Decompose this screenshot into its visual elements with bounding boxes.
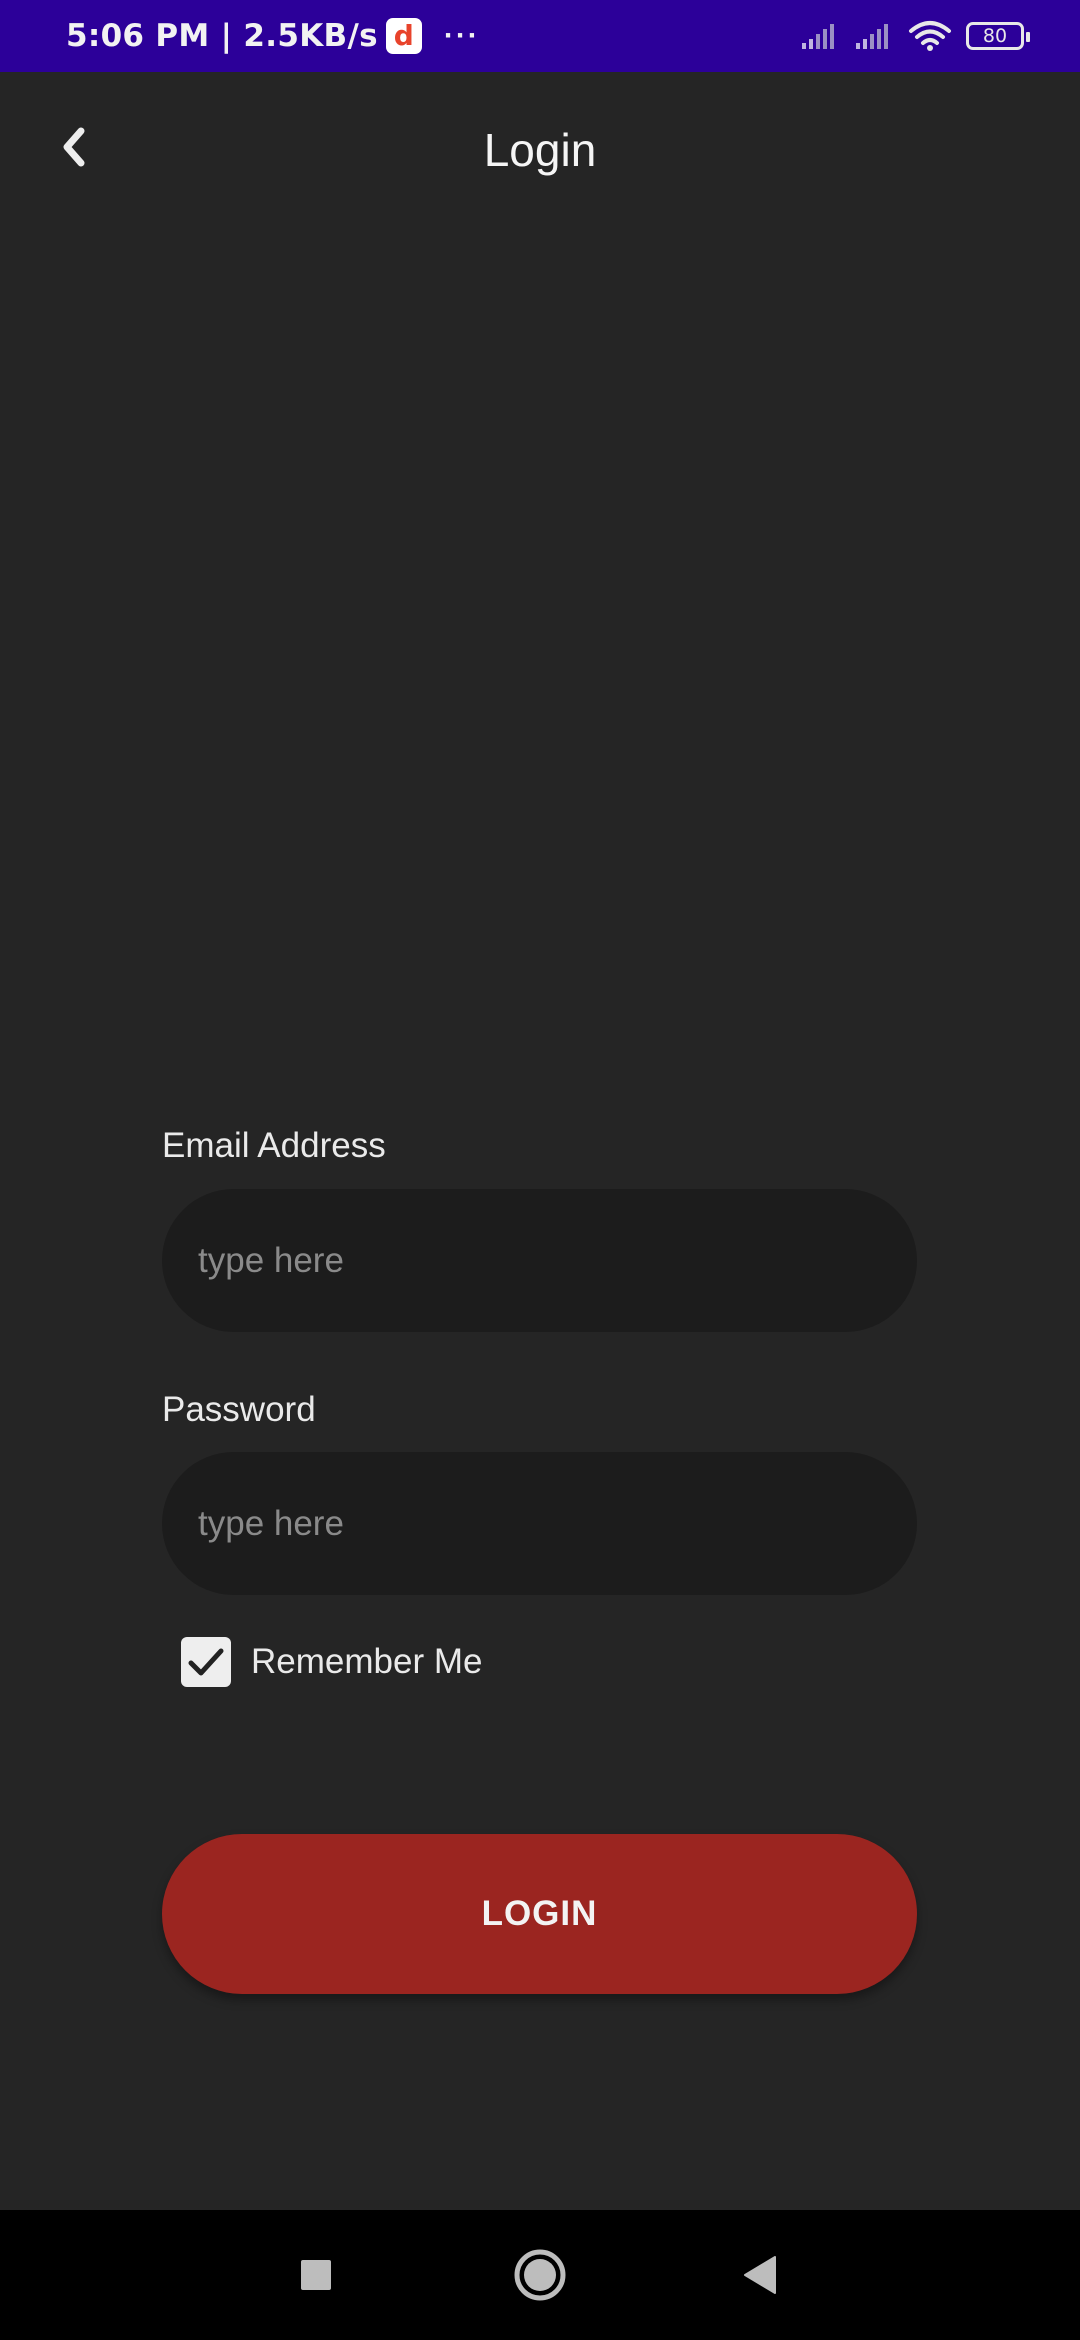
login-button[interactable]: LOGIN [162, 1834, 917, 1994]
remember-me-label: Remember Me [251, 1642, 483, 1681]
email-field[interactable] [162, 1189, 917, 1332]
home-button[interactable] [480, 2210, 600, 2340]
wifi-icon [909, 21, 951, 51]
battery-icon: 80 [966, 22, 1030, 50]
back-button[interactable] [44, 112, 104, 182]
navigation-bar [0, 2210, 1080, 2340]
email-label: Email Address [162, 1126, 386, 1165]
status-left: 5:06 PM | 2.5KB/s d ··· [66, 0, 480, 72]
password-label: Password [162, 1390, 316, 1429]
status-time-speed: 5:06 PM | 2.5KB/s [66, 18, 378, 54]
home-circle-icon [514, 2249, 566, 2301]
more-notifications-icon: ··· [443, 19, 480, 52]
app-bar: Login [0, 72, 1080, 228]
app-notification-icon: d [385, 18, 422, 54]
nav-back-button[interactable] [700, 2210, 820, 2340]
chevron-left-icon [63, 127, 85, 167]
status-bar: 5:06 PM | 2.5KB/s d ··· 80 [0, 0, 1080, 72]
password-field[interactable] [162, 1452, 917, 1595]
remember-me-checkbox[interactable] [181, 1637, 231, 1687]
status-right: 80 [800, 0, 1030, 72]
page-title: Login [0, 72, 1080, 228]
page-title-text: Login [483, 124, 597, 176]
signal-icon [856, 24, 888, 49]
recents-square-icon [301, 2260, 331, 2290]
checkmark-icon [188, 1648, 224, 1676]
recents-button[interactable] [256, 2210, 376, 2340]
battery-level: 80 [982, 25, 1008, 47]
signal-icon [802, 24, 834, 49]
remember-me-row[interactable]: Remember Me [181, 1636, 482, 1688]
back-triangle-icon [744, 2256, 776, 2294]
